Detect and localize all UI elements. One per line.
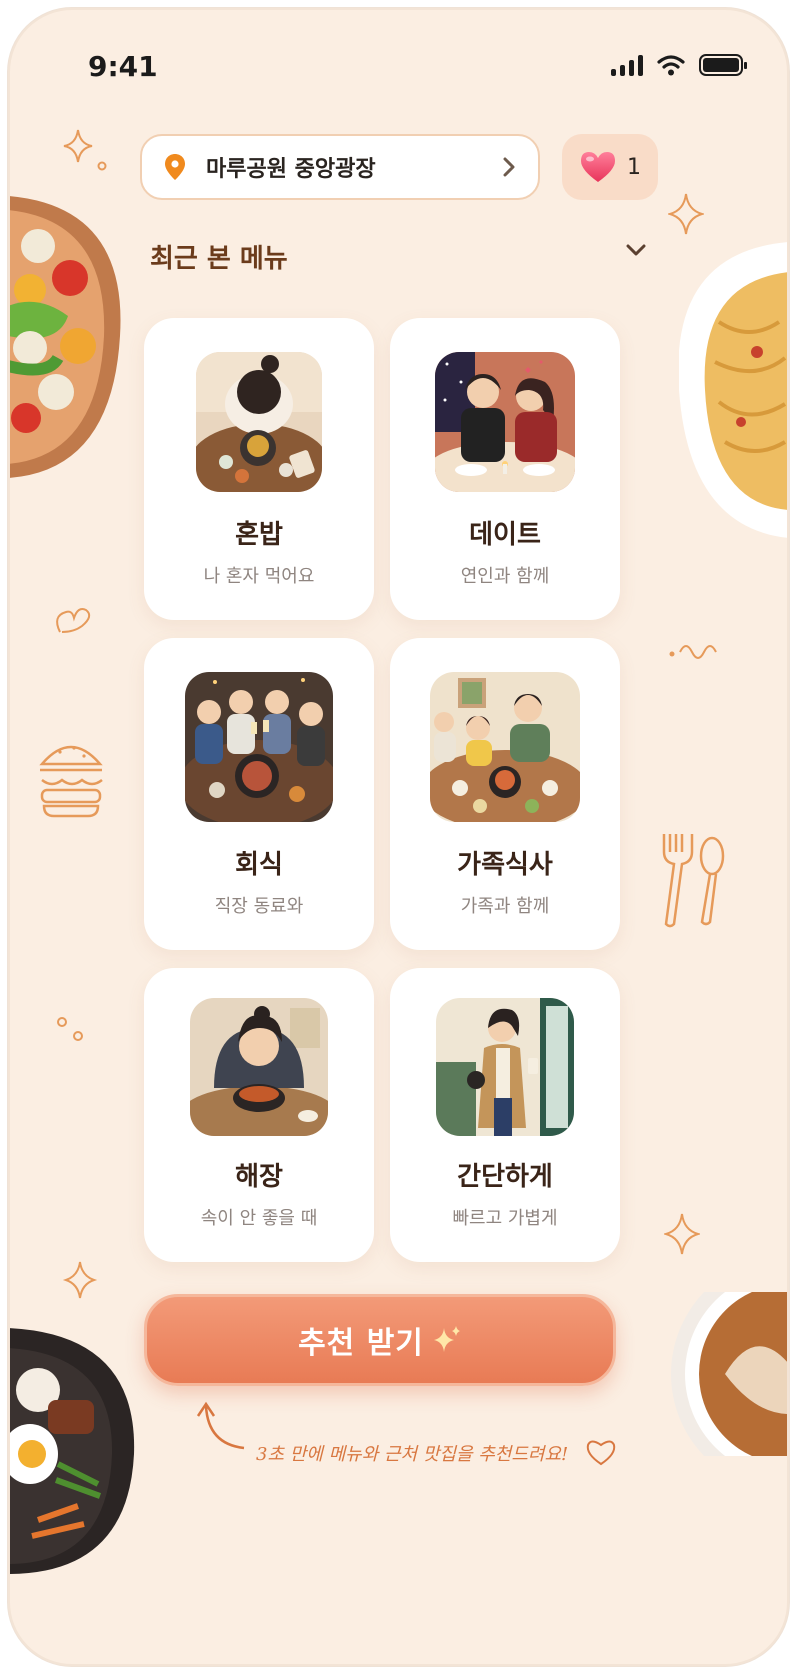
pasta-plate-illustration xyxy=(679,242,787,538)
card-subtitle: 속이 안 좋을 때 xyxy=(200,1208,318,1229)
fork-spoon-doodle-icon xyxy=(662,834,725,928)
heart-icon xyxy=(581,152,615,182)
solo-dining-illustration xyxy=(196,352,322,492)
menu-card-solo-dining[interactable]: 혼밥 나 혼자 먹어요 xyxy=(144,318,374,620)
hint-text: 3초 만에 메뉴와 근처 맛집을 추천드려요! xyxy=(256,1444,569,1465)
curved-arrow-icon xyxy=(196,1401,245,1450)
status-icons xyxy=(611,54,747,76)
card-title: 가족식사 xyxy=(457,850,553,880)
battery-icon xyxy=(699,54,747,76)
family-meal-illustration xyxy=(430,672,580,822)
chevron-down-icon[interactable] xyxy=(624,242,648,258)
card-title: 회식 xyxy=(235,850,283,880)
card-subtitle: 가족과 함께 xyxy=(460,896,550,917)
squiggle-icon xyxy=(669,645,717,659)
hangover-illustration xyxy=(190,998,328,1136)
sparkle-icon xyxy=(62,1261,98,1299)
salad-bowl-illustration xyxy=(10,196,121,478)
cta-label: 추천 받기 xyxy=(298,1326,424,1361)
menu-card-quick-meal[interactable]: 간단하게 빠르고 가볍게 xyxy=(390,968,620,1262)
menu-card-family-meal[interactable]: 가족식사 가족과 함께 xyxy=(390,638,620,950)
get-recommendation-button[interactable]: 추천 받기 xyxy=(144,1294,616,1386)
card-title: 데이트 xyxy=(469,520,541,550)
card-title: 혼밥 xyxy=(235,520,283,550)
wifi-icon xyxy=(657,55,685,76)
menu-card-hangover[interactable]: 해장 속이 안 좋을 때 xyxy=(144,968,374,1262)
quick-meal-illustration xyxy=(436,998,574,1136)
heart-doodle-icon xyxy=(586,1440,616,1466)
card-subtitle: 연인과 함께 xyxy=(460,566,550,587)
phone-screen: 9:41 마루공원 중앙광장 1 최근 본 메뉴 혼밥 나 혼자 먹어요 데이트… xyxy=(8,8,789,1666)
location-pin-icon xyxy=(165,154,185,180)
menu-card-company-dinner[interactable]: 회식 직장 동료와 xyxy=(144,638,374,950)
heart-doodle-icon xyxy=(56,608,91,633)
company-dinner-illustration xyxy=(185,672,333,822)
sparkle-icon xyxy=(433,1326,460,1352)
menu-card-date[interactable]: 데이트 연인과 함께 xyxy=(390,318,620,620)
status-time: 9:41 xyxy=(88,50,158,83)
section-title: 최근 본 메뉴 xyxy=(150,244,288,274)
card-subtitle: 나 혼자 먹어요 xyxy=(203,566,315,587)
location-name: 마루공원 중앙광장 xyxy=(206,157,376,182)
chevron-right-icon xyxy=(503,157,515,177)
sparkle-icon xyxy=(668,193,704,235)
card-subtitle: 빠르고 가볍게 xyxy=(452,1208,558,1229)
sparkle-icon xyxy=(664,1213,700,1255)
card-title: 해장 xyxy=(235,1162,283,1192)
location-selector[interactable]: 마루공원 중앙광장 xyxy=(140,134,540,200)
signal-icon xyxy=(611,54,643,76)
burger-doodle-icon xyxy=(39,745,103,818)
card-subtitle: 직장 동료와 xyxy=(214,896,304,917)
latte-cup-illustration xyxy=(671,1292,787,1456)
card-title: 간단하게 xyxy=(457,1162,553,1192)
dots-doodle-icon xyxy=(57,1017,83,1041)
bibimbap-bowl-illustration xyxy=(10,1328,135,1574)
date-illustration xyxy=(435,352,575,492)
favorites-button[interactable]: 1 xyxy=(562,134,658,200)
sparkle-icon xyxy=(63,129,107,171)
favorites-count: 1 xyxy=(627,154,641,180)
